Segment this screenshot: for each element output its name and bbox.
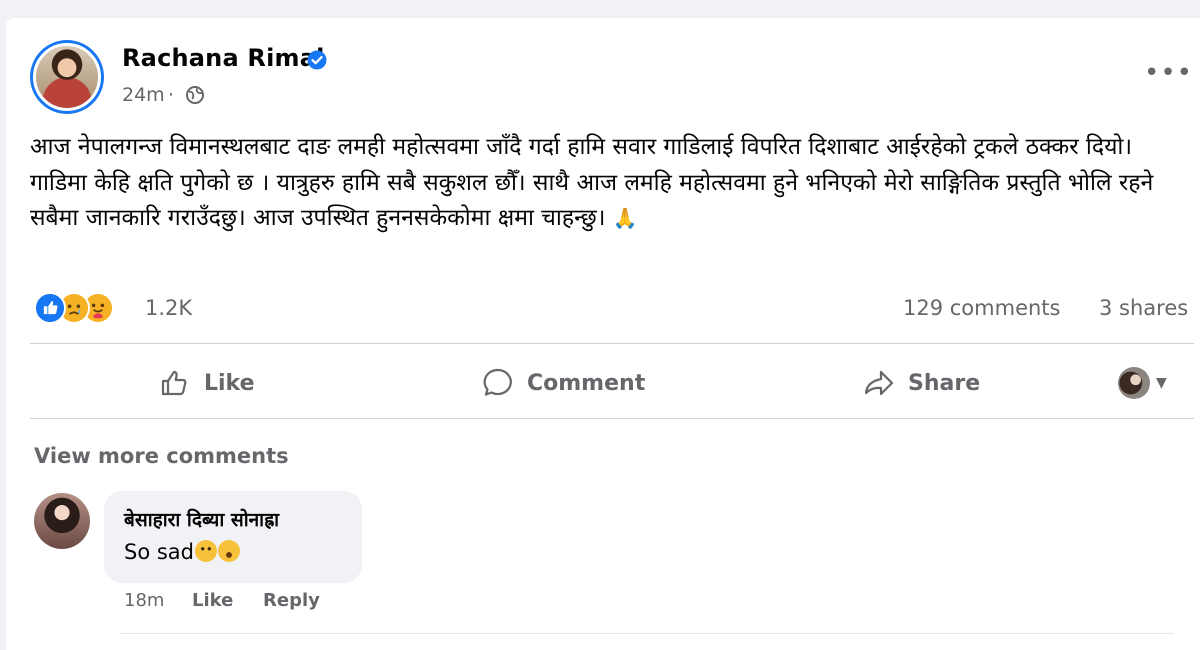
post-timestamp[interactable]: 24m [122, 84, 165, 106]
comment-reply-button[interactable]: Reply [263, 590, 320, 611]
author-name[interactable]: Rachana Rimal [122, 44, 325, 72]
meta-separator: · [168, 84, 175, 106]
comment-bubble [104, 491, 362, 583]
reaction-identity-picker[interactable]: ▼ [1118, 365, 1178, 401]
praying-hands-emoji: 🙏 [612, 206, 638, 230]
globe-icon[interactable] [185, 85, 205, 105]
comment-bubble-icon [483, 368, 512, 396]
post-text: आज नेपालगन्ज विमानस्थलबाट दाङ लमही महोत्… [30, 134, 1154, 231]
comment-button-label: Comment [527, 370, 646, 396]
comments-count-link[interactable]: 129 comments [903, 296, 1060, 320]
more-options-icon[interactable]: ••• [1144, 58, 1193, 88]
shares-count-link[interactable]: 3 shares [1099, 296, 1188, 320]
commenter-avatar[interactable] [34, 493, 90, 549]
user-avatar [1118, 367, 1150, 399]
comment-author[interactable]: बेसाहारा दिब्या सोनाह्रा [124, 506, 279, 532]
thumbs-up-icon [161, 370, 187, 396]
comment-text-content: So sad [124, 540, 194, 564]
divider [30, 418, 1194, 419]
share-arrow-icon [864, 370, 894, 396]
caret-down-icon: ▼ [1156, 375, 1167, 391]
comment-text: So sad [124, 540, 240, 564]
comment-timestamp[interactable]: 18m [124, 590, 164, 611]
view-more-comments-link[interactable]: View more comments [34, 444, 289, 468]
crying-face-emoji [218, 540, 240, 562]
divider [30, 343, 1194, 344]
like-button-label: Like [204, 370, 255, 396]
author-avatar[interactable] [30, 40, 104, 114]
verified-badge-icon [307, 50, 327, 70]
divider [120, 633, 1174, 634]
reaction-count[interactable]: 1.2K [145, 296, 192, 320]
reaction-icons[interactable] [34, 292, 134, 326]
post-body: आज नेपालगन्ज विमानस्थलबाट दाङ लमही महोत्… [30, 130, 1170, 237]
like-reaction-icon [34, 292, 66, 324]
share-button[interactable]: Share [862, 362, 980, 404]
like-button[interactable]: Like [158, 362, 255, 404]
comment-like-button[interactable]: Like [192, 590, 233, 611]
share-button-label: Share [908, 370, 981, 396]
comment-button[interactable]: Comment [481, 362, 645, 404]
sad-face-emoji [195, 540, 217, 562]
